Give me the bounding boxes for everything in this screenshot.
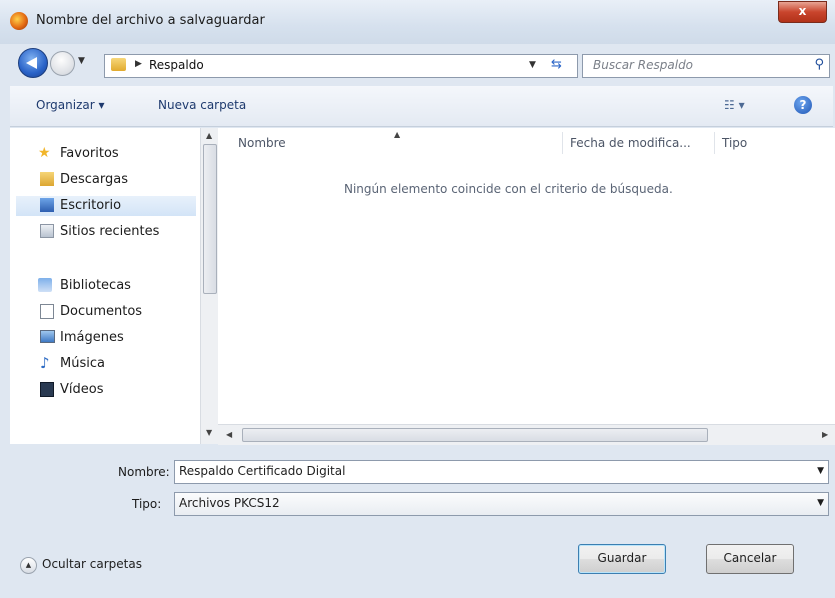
title-bar: Nombre del archivo a salvaguardar x [0, 0, 835, 44]
hide-folders-label[interactable]: Ocultar carpetas [42, 557, 142, 571]
breadcrumb-arrow-icon[interactable]: ▶ [135, 59, 142, 69]
videos-icon [40, 382, 54, 397]
column-divider[interactable] [714, 132, 715, 154]
forward-icon[interactable] [50, 51, 75, 76]
scroll-right-icon[interactable]: ▶ [822, 430, 828, 439]
file-name-field[interactable]: Respaldo Certificado Digital ▼ [174, 460, 829, 484]
downloads-icon [40, 172, 54, 186]
search-placeholder[interactable]: Buscar Respaldo [593, 58, 693, 72]
scrollbar-thumb[interactable] [242, 428, 708, 442]
desktop-icon [40, 198, 54, 212]
scrollbar-thumb[interactable] [203, 144, 217, 294]
breadcrumb-current[interactable]: Respaldo [149, 58, 204, 72]
sidebar-item-desktop[interactable]: Escritorio [16, 196, 196, 216]
file-name-label: Nombre: [118, 465, 170, 479]
content-horizontal-scrollbar[interactable]: ◀ ▶ [218, 424, 835, 445]
recent-places-icon [40, 224, 54, 238]
folder-icon [111, 58, 126, 71]
firefox-icon [10, 12, 28, 30]
sidebar-item-label: Escritorio [60, 198, 122, 213]
sidebar-item-documents[interactable]: Documentos [16, 302, 196, 322]
window-title: Nombre del archivo a salvaguardar [36, 13, 265, 28]
chevron-down-icon[interactable]: ▼ [817, 466, 824, 476]
sidebar-item-label: Sitios recientes [60, 224, 160, 239]
sidebar-item-label: Bibliotecas [60, 278, 131, 293]
navigation-bar: ▼ ▶ Respaldo ▼ ⇆ Buscar Respaldo ⚲ [0, 44, 835, 84]
sidebar-item-libraries[interactable]: Bibliotecas [16, 276, 196, 296]
sidebar-item-label: Imágenes [60, 330, 124, 345]
sidebar-item-label: Favoritos [60, 146, 119, 161]
pictures-icon [40, 330, 55, 343]
history-dropdown-icon[interactable]: ▼ [78, 56, 85, 66]
column-name[interactable]: Nombre [238, 136, 286, 150]
command-bar: Organizar ▾ Nueva carpeta ☷ ▾ ? [10, 86, 833, 127]
view-icon[interactable]: ☷ ▾ [724, 98, 745, 112]
file-type-label: Tipo: [132, 497, 162, 511]
sidebar-item-music[interactable]: ♪ Música [16, 354, 196, 374]
cancel-button[interactable]: Cancelar [706, 544, 794, 574]
address-dropdown-icon[interactable]: ▼ [529, 60, 536, 70]
sidebar-item-videos[interactable]: Vídeos [16, 380, 196, 400]
sidebar-item-label: Documentos [60, 304, 143, 319]
sidebar-item-downloads[interactable]: Descargas [16, 170, 196, 190]
new-folder-button[interactable]: Nueva carpeta [158, 98, 246, 112]
chevron-down-icon[interactable]: ▼ [817, 498, 824, 508]
sort-ascending-icon: ▲ [394, 130, 401, 139]
help-icon[interactable]: ? [794, 96, 812, 114]
file-type-select[interactable]: Archivos PKCS12 ▼ [174, 492, 829, 516]
back-icon[interactable] [18, 48, 48, 78]
search-icon[interactable]: ⚲ [814, 57, 824, 72]
column-date-modified[interactable]: Fecha de modifica... [570, 136, 691, 150]
sidebar-item-pictures[interactable]: Imágenes [16, 328, 196, 348]
file-type-value[interactable]: Archivos PKCS12 [179, 496, 280, 510]
search-input[interactable]: Buscar Respaldo ⚲ [582, 54, 830, 78]
sidebar-item-label: Vídeos [60, 382, 104, 397]
navigation-pane: ★ Favoritos Descargas Escritorio Sitios … [10, 128, 200, 444]
sidebar-item-label: Descargas [60, 172, 129, 187]
refresh-icon[interactable]: ⇆ [551, 57, 562, 72]
sidebar-item-favorites[interactable]: ★ Favoritos [16, 144, 196, 164]
file-list[interactable]: Nombre ▲ Fecha de modifica... Tipo Ningú… [218, 128, 835, 424]
sidebar-item-recent-places[interactable]: Sitios recientes [16, 222, 196, 242]
sidebar-scrollbar[interactable]: ▲ ▼ [200, 128, 218, 444]
column-type[interactable]: Tipo [722, 136, 747, 150]
music-icon: ♪ [40, 354, 50, 372]
file-name-value[interactable]: Respaldo Certificado Digital [179, 464, 345, 478]
collapse-icon[interactable]: ▲ [20, 557, 37, 574]
scroll-up-icon[interactable]: ▲ [206, 131, 212, 140]
scroll-left-icon[interactable]: ◀ [226, 430, 232, 439]
save-button[interactable]: Guardar [578, 544, 666, 574]
column-divider[interactable] [562, 132, 563, 154]
address-bar[interactable]: ▶ Respaldo ▼ ⇆ [104, 54, 578, 78]
sidebar-item-label: Música [60, 356, 105, 371]
organize-menu[interactable]: Organizar ▾ [36, 98, 105, 112]
close-button[interactable]: x [778, 1, 827, 23]
scroll-down-icon[interactable]: ▼ [206, 428, 212, 437]
documents-icon [40, 304, 54, 319]
libraries-icon [38, 278, 52, 292]
empty-message: Ningún elemento coincide con el criterio… [344, 182, 673, 196]
star-icon: ★ [38, 145, 51, 161]
